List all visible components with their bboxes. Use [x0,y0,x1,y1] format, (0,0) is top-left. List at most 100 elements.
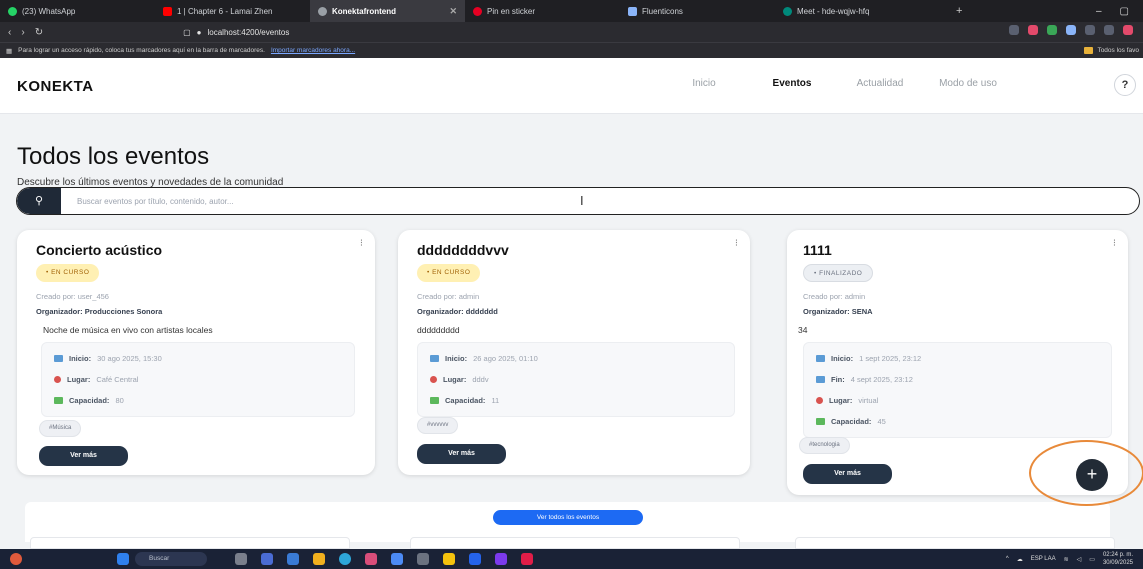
event-tag[interactable]: #tecnologia [799,437,850,454]
system-tray: ^ ☁ ESP LAA ≋ ◁ ▭ 02:24 p. m. 30/09/2025 [1006,551,1143,567]
view-all-events-button[interactable]: Ver todos los eventos [493,510,643,525]
event-title: ddddddddvvv [417,242,509,258]
onedrive-icon[interactable]: ☁ [1017,556,1023,563]
browser-tab-fluenticons[interactable]: Fluenticons [620,0,775,22]
app-icon[interactable] [287,553,299,565]
app-icon[interactable] [417,553,429,565]
app-icon[interactable] [495,553,507,565]
tab-search-icon[interactable]: ▢ [183,28,191,37]
brand-logo[interactable]: KONEKTA [17,78,94,95]
event-organizer: Organizador: SENA [803,307,873,316]
event-description: ddddddddd [417,325,460,335]
detail-row: Inicio: 1 sept 2025, 23:12 [816,348,1099,369]
sidebar-icon[interactable] [1104,25,1114,35]
annotation-highlight-ring [1029,440,1143,506]
people-icon [54,397,63,404]
all-bookmarks-folder[interactable]: Todos los favo [1084,47,1139,54]
nav-buttons: ‹ › ↻ [0,27,43,38]
event-organizer: Organizador: Producciones Sonora [36,307,163,316]
browser-tab-pinterest[interactable]: Pin en sticker [465,0,620,22]
more-options-icon[interactable]: ⁝ [735,238,738,249]
calendar-icon [816,376,825,383]
event-description: Noche de música en vivo con artistas loc… [43,325,213,335]
event-tag[interactable]: #Música [39,420,82,437]
more-options-icon[interactable]: ⁝ [1113,238,1116,249]
ver-mas-button[interactable]: Ver más [39,446,128,466]
widgets-icon[interactable] [10,553,22,565]
folder-icon [1084,47,1094,54]
volume-icon[interactable]: ◁ [1077,556,1082,563]
chevron-up-icon[interactable]: ^ [1006,556,1009,562]
taskbar-search[interactable]: Buscar [135,552,207,566]
app-icon[interactable] [443,553,455,565]
profile-icon[interactable] [1123,25,1133,35]
detail-row: Inicio: 30 ago 2025, 15:30 [54,348,342,369]
app-icon[interactable] [261,553,273,565]
help-button[interactable]: ? [1114,74,1136,96]
detail-row: Fin: 4 sept 2025, 23:12 [816,369,1099,390]
event-tag[interactable]: #vvvvvv [417,417,459,434]
detail-row: Capacidad: 11 [430,390,722,411]
maximize-icon[interactable]: ▢ [1120,6,1129,17]
app-icon[interactable] [391,553,403,565]
app-navbar: KONEKTA Inicio Eventos Actualidad Modo d… [0,58,1143,114]
browser-tab-konekta[interactable]: Konektafrontend ✕ [310,0,465,22]
fluent-icon [628,6,637,16]
windows-start-icon[interactable] [117,553,129,565]
nav-actualidad[interactable]: Actualidad [836,78,924,89]
close-tab-icon[interactable]: ✕ [449,6,457,17]
site-info-icon[interactable]: ● [197,28,202,37]
vscode-icon[interactable] [469,553,481,565]
bookmarks-prompt: Para lograr un acceso rápido, coloca tus… [18,47,265,54]
ver-mas-button[interactable]: Ver más [803,464,892,484]
meet-icon [783,6,792,16]
forward-icon[interactable]: › [21,27,24,38]
reload-icon[interactable]: ↻ [35,27,43,38]
extension-icon[interactable] [1047,25,1057,35]
calendar-icon [816,355,825,362]
event-title: 1111 [803,242,832,258]
ver-mas-button[interactable]: Ver más [417,444,506,464]
url-text[interactable]: localhost:4200/eventos [207,28,289,37]
minimize-icon[interactable]: – [1096,6,1102,17]
language-indicator[interactable]: ESP LAA [1031,556,1056,562]
opera-icon[interactable] [521,553,533,565]
more-options-icon[interactable]: ⁝ [360,238,363,249]
import-bookmarks-link[interactable]: Importar marcadores ahora... [271,47,355,54]
event-created-by: Creado por: admin [803,292,866,301]
download-icon[interactable] [1085,25,1095,35]
back-icon[interactable]: ‹ [8,27,11,38]
browser-tab-whatsapp[interactable]: (23) WhatsApp [0,0,155,22]
extension-icon[interactable] [1009,25,1019,35]
task-view-icon[interactable] [235,553,247,565]
nav-eventos[interactable]: Eventos [748,78,836,89]
new-tab-button[interactable]: + [956,5,962,17]
browser-tab-meet[interactable]: Meet - hde-wqjw-hfq [775,0,950,22]
extension-icons [1009,25,1133,35]
app-icon[interactable] [365,553,377,565]
nav-inicio[interactable]: Inicio [660,78,748,89]
url-field[interactable]: ▢ ● localhost:4200/eventos [183,28,289,37]
people-icon [816,418,825,425]
event-details: Inicio: 26 ago 2025, 01:10 Lugar: dddv Cap… [417,342,735,417]
nav-modo-de-uso[interactable]: Modo de uso [924,78,1012,89]
search-button[interactable]: ⚲ [17,188,61,214]
event-search-bar: ⚲ I [16,187,1140,215]
main-nav: Inicio Eventos Actualidad Modo de uso [660,78,1012,89]
pinterest-icon [473,6,482,16]
wifi-icon[interactable]: ≋ [1064,556,1069,563]
search-input[interactable] [69,188,1129,214]
angular-icon [318,6,327,16]
battery-icon[interactable]: ▭ [1089,556,1095,563]
heart-icon[interactable] [1028,25,1038,35]
location-icon [816,397,823,404]
edge-icon[interactable] [339,553,351,565]
extension-icon[interactable] [1066,25,1076,35]
event-card: ddddddddvvv ⁝ • EN CURSO Creado por: adm… [398,230,750,475]
event-details: Inicio: 30 ago 2025, 15:30 Lugar: Café Cen… [41,342,355,417]
browser-tab-youtube[interactable]: 1 | Chapter 6 - Lamai Zhen [155,0,310,22]
file-explorer-icon[interactable] [313,553,325,565]
event-card: Concierto acústico ⁝ • EN CURSO Creado p… [17,230,375,475]
apps-icon[interactable]: ▦ [6,47,12,55]
clock[interactable]: 02:24 p. m. 30/09/2025 [1103,551,1133,567]
